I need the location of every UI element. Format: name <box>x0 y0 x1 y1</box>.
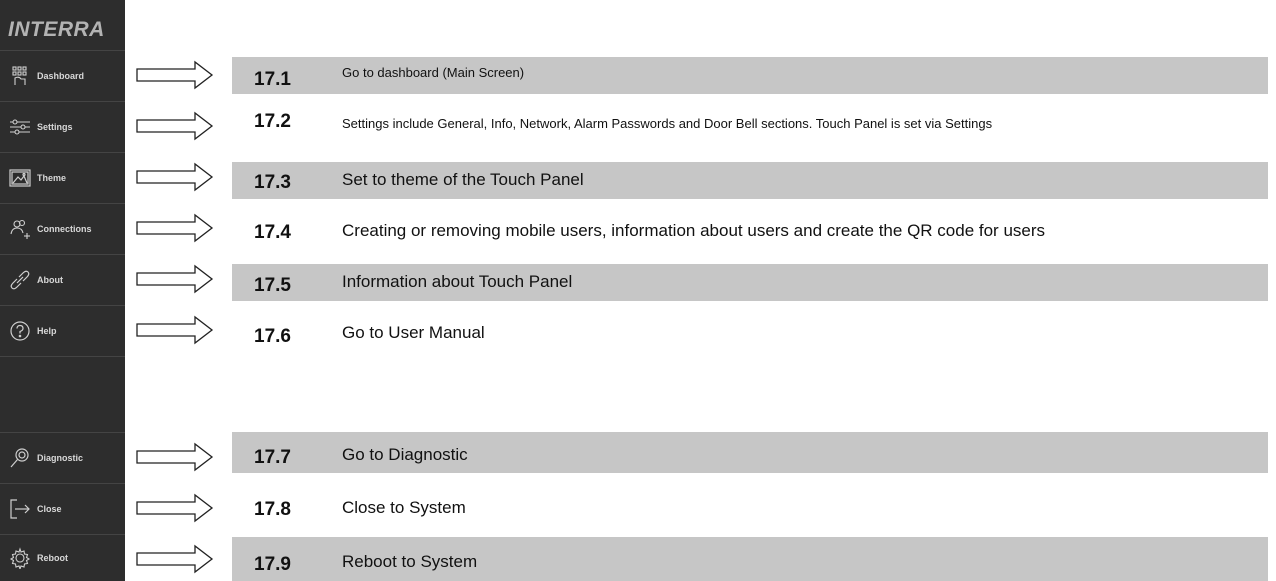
sidebar-item-label: Help <box>37 326 57 336</box>
image-icon <box>9 167 31 189</box>
help-circle-icon <box>9 320 31 342</box>
row-number: 17.5 <box>254 275 291 296</box>
arrow-icon <box>136 442 214 472</box>
arrow-icon <box>136 60 214 90</box>
arrow-icon <box>136 111 214 141</box>
description-row: 17.4 Creating or removing mobile users, … <box>232 213 1268 250</box>
description-row: 17.3 Set to theme of the Touch Panel <box>232 162 1268 199</box>
arrow-icon <box>136 213 214 243</box>
row-number: 17.9 <box>254 554 291 575</box>
row-description: Go to Diagnostic <box>342 445 468 464</box>
sidebar-item-label: Settings <box>37 122 73 132</box>
sidebar-item-connections[interactable]: Connections <box>0 203 125 254</box>
description-row: 17.7 Go to Diagnostic <box>232 432 1268 473</box>
row-number: 17.2 <box>254 111 291 132</box>
row-number: 17.4 <box>254 222 291 243</box>
sidebar-item-label: Theme <box>37 173 67 183</box>
sidebar-item-about[interactable]: About <box>0 254 125 305</box>
sliders-icon <box>9 116 31 138</box>
dashboard-grid-icon <box>9 65 31 87</box>
arrow-icon <box>136 264 214 294</box>
arrow-icon <box>136 544 214 574</box>
sidebar-item-reboot[interactable]: Reboot <box>0 534 125 581</box>
sidebar: INTERRA Dashboard Settings Theme Connect… <box>0 0 125 581</box>
brand-logo: INTERRA <box>8 18 105 41</box>
description-row: 17.2 Settings include General, Info, Net… <box>232 108 1268 145</box>
arrow-icon <box>136 493 214 523</box>
row-description: Set to theme of the Touch Panel <box>342 170 584 189</box>
description-row: 17.5 Information about Touch Panel <box>232 264 1268 301</box>
row-number: 17.8 <box>254 499 291 520</box>
row-number: 17.3 <box>254 172 291 193</box>
row-description: Go to dashboard (Main Screen) <box>342 65 525 80</box>
row-description: Reboot to System <box>342 552 478 571</box>
row-number: 17.6 <box>254 326 291 347</box>
sidebar-item-label: About <box>37 275 63 285</box>
sidebar-item-help[interactable]: Help <box>0 305 125 356</box>
arrow-icon <box>136 315 214 345</box>
reboot-gear-icon <box>9 547 31 569</box>
row-description: Creating or removing mobile users, infor… <box>342 221 1046 240</box>
sidebar-item-label: Close <box>37 504 62 514</box>
row-description: Settings include General, Info, Network,… <box>342 116 993 131</box>
description-row: 17.8 Close to System <box>232 490 1268 527</box>
arrow-icon <box>136 162 214 192</box>
sidebar-item-label: Diagnostic <box>37 453 84 463</box>
row-number: 17.1 <box>254 69 291 90</box>
row-number: 17.7 <box>254 447 291 468</box>
magnifier-icon <box>9 447 31 469</box>
sidebar-item-settings[interactable]: Settings <box>0 101 125 152</box>
row-description: Go to User Manual <box>342 323 485 342</box>
sidebar-item-diagnostic[interactable]: Diagnostic <box>0 432 125 483</box>
sidebar-item-dashboard[interactable]: Dashboard <box>0 50 125 101</box>
sidebar-item-close[interactable]: Close <box>0 483 125 534</box>
sidebar-item-theme[interactable]: Theme <box>0 152 125 203</box>
row-description: Close to System <box>342 498 466 517</box>
exit-icon <box>9 498 31 520</box>
users-add-icon <box>9 218 31 240</box>
sidebar-item-label: Dashboard <box>37 71 85 81</box>
description-row: 17.9 Reboot to System <box>232 537 1268 581</box>
description-row: 17.1 Go to dashboard (Main Screen) <box>232 57 1268 94</box>
sidebar-item-label: Connections <box>37 224 92 234</box>
link-icon <box>9 269 31 291</box>
sidebar-item-label: Reboot <box>37 553 68 563</box>
row-description: Information about Touch Panel <box>342 272 573 291</box>
description-row: 17.6 Go to User Manual <box>232 315 1268 352</box>
divider <box>0 356 125 357</box>
